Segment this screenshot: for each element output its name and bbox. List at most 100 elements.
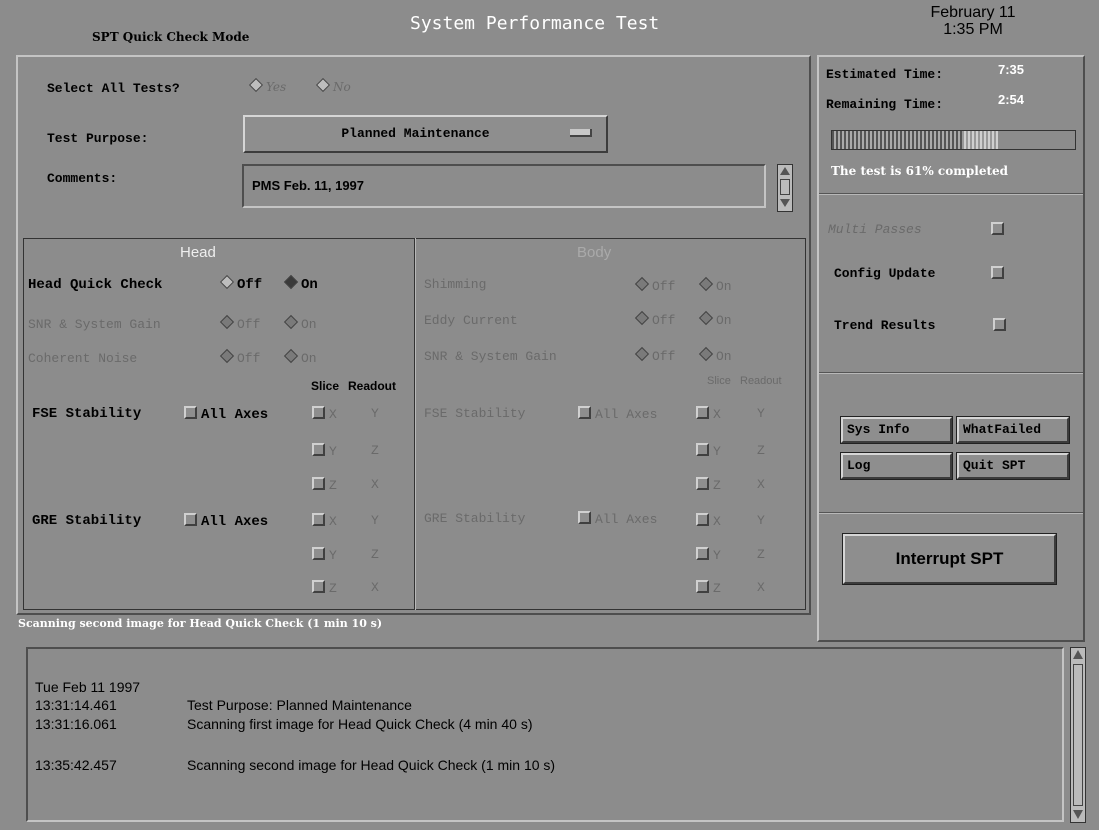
head-fse-readout-1: Y (371, 406, 379, 421)
interrupt-spt-button[interactable]: Interrupt SPT (842, 533, 1057, 585)
head-gre-all-axes[interactable]: All Axes (184, 513, 268, 530)
purpose-value: Planned Maintenance (341, 126, 490, 141)
body-gre-readout-2: Z (757, 547, 765, 562)
head-title: Head (180, 244, 216, 261)
head-gre-readout-2: Z (371, 547, 379, 562)
head-fse-readout-3: X (371, 477, 379, 492)
select-all-yes[interactable]: Yes (247, 77, 286, 94)
trend-results-label: Trend Results (834, 318, 936, 333)
header-time: 1:35 PM (943, 21, 1003, 38)
head-quick-check-off[interactable]: Off (218, 274, 262, 293)
dropdown-indicator-icon (570, 129, 592, 137)
quit-spt-button[interactable]: Quit SPT (956, 452, 1070, 480)
mode-label: SPT Quick Check Mode (92, 30, 250, 44)
body-eddy-off[interactable]: Off (633, 310, 675, 328)
head-noise-on[interactable]: On (282, 348, 317, 366)
body-shimming-off[interactable]: Off (633, 276, 675, 294)
scroll-down-icon[interactable] (780, 199, 790, 207)
body-fse-axis-3[interactable]: Z (696, 477, 721, 493)
header-date: February 11 (930, 4, 1016, 21)
body-shimming-label: Shimming (424, 277, 487, 292)
multi-passes-checkbox[interactable] (991, 222, 1008, 237)
log-text-3: Scanning second image for Head Quick Che… (187, 757, 556, 773)
status-divider-2 (819, 372, 1083, 374)
head-snr-on[interactable]: On (282, 314, 317, 332)
progress-marker (962, 131, 998, 149)
scan-status-text: Scanning second image for Head Quick Che… (18, 617, 383, 630)
head-gre-axis-1[interactable]: X (312, 513, 337, 529)
head-gre-readout-3: X (371, 580, 379, 595)
body-snr-off[interactable]: Off (633, 346, 675, 364)
log-time-2: 13:31:16.061 (35, 716, 117, 732)
head-fse-axis-2[interactable]: Y (312, 443, 337, 459)
purpose-label: Test Purpose: (47, 131, 149, 146)
body-snr-on[interactable]: On (697, 346, 732, 364)
head-fse-readout-2: Z (371, 443, 379, 458)
head-quick-check-on[interactable]: On (282, 274, 318, 293)
head-gre-axis-3[interactable]: Z (312, 580, 337, 596)
body-gre-axis-1[interactable]: X (696, 513, 721, 529)
estimated-value: 7:35 (998, 62, 1025, 77)
select-all-label: Select All Tests? (47, 81, 180, 96)
comments-scrollbar[interactable] (777, 164, 793, 212)
head-fse-axis-1[interactable]: X (312, 406, 337, 422)
body-shimming-on[interactable]: On (697, 276, 732, 294)
estimated-label: Estimated Time: (826, 67, 944, 82)
remaining-value: 2:54 (998, 92, 1025, 107)
config-update-label: Config Update (834, 266, 936, 281)
sys-info-button[interactable]: Sys Info (840, 416, 953, 444)
head-readout-header: Readout (348, 379, 396, 393)
progress-text: The test is 61% completed (831, 164, 1009, 178)
log-text-2: Scanning first image for Head Quick Chec… (187, 716, 533, 732)
head-fse-all-axes[interactable]: All Axes (184, 406, 268, 423)
body-eddy-label: Eddy Current (424, 313, 518, 328)
body-readout-header: Readout (740, 375, 782, 387)
log-scrollbar[interactable] (1070, 647, 1086, 823)
head-fse-axis-3[interactable]: Z (312, 477, 337, 493)
scroll-thumb[interactable] (1073, 664, 1083, 806)
body-fse-readout-2: Z (757, 443, 765, 458)
remaining-label: Remaining Time: (826, 97, 944, 112)
head-gre-axis-2[interactable]: Y (312, 547, 337, 563)
comments-label: Comments: (47, 171, 118, 186)
body-fse-readout-1: Y (757, 406, 765, 421)
comments-field[interactable]: PMS Feb. 11, 1997 (242, 164, 766, 208)
body-eddy-on[interactable]: On (697, 310, 732, 328)
what-failed-button[interactable]: WhatFailed (956, 416, 1070, 444)
body-fse-axis-2[interactable]: Y (696, 443, 721, 459)
select-all-no[interactable]: No (314, 77, 351, 94)
status-divider-1 (819, 193, 1083, 195)
body-gre-readout-1: Y (757, 513, 765, 528)
head-gre-label: GRE Stability (32, 513, 142, 529)
purpose-dropdown[interactable]: Planned Maintenance (243, 115, 608, 153)
head-slice-header: Slice (311, 379, 340, 393)
progress-fill (832, 131, 980, 149)
page-title: System Performance Test (410, 13, 660, 34)
head-fse-label: FSE Stability (32, 406, 142, 422)
scroll-down-icon[interactable] (1073, 810, 1083, 819)
body-gre-axis-2[interactable]: Y (696, 547, 721, 563)
body-fse-readout-3: X (757, 477, 765, 492)
scroll-up-icon[interactable] (1073, 650, 1083, 659)
body-fse-all-axes[interactable]: All Axes (578, 406, 657, 422)
head-snr-label: SNR & System Gain (28, 317, 161, 332)
head-snr-off[interactable]: Off (218, 314, 260, 332)
head-quick-check-label: Head Quick Check (28, 277, 163, 293)
scroll-up-icon[interactable] (780, 167, 790, 175)
status-divider-3 (819, 512, 1083, 514)
body-snr-label: SNR & System Gain (424, 349, 557, 364)
body-title: Body (577, 244, 612, 261)
config-update-checkbox[interactable] (991, 266, 1008, 281)
log-time-1: 13:31:14.461 (35, 697, 117, 713)
body-fse-axis-1[interactable]: X (696, 406, 721, 422)
log-button[interactable]: Log (840, 452, 953, 480)
body-gre-all-axes[interactable]: All Axes (578, 511, 657, 527)
body-gre-readout-3: X (757, 580, 765, 595)
head-noise-off[interactable]: Off (218, 348, 260, 366)
trend-results-checkbox[interactable] (993, 318, 1010, 333)
body-slice-header: Slice (707, 375, 731, 387)
log-time-3: 13:35:42.457 (35, 757, 117, 773)
radio-diamond-icon (248, 77, 264, 93)
body-fse-label: FSE Stability (424, 406, 526, 421)
body-gre-axis-3[interactable]: Z (696, 580, 721, 596)
